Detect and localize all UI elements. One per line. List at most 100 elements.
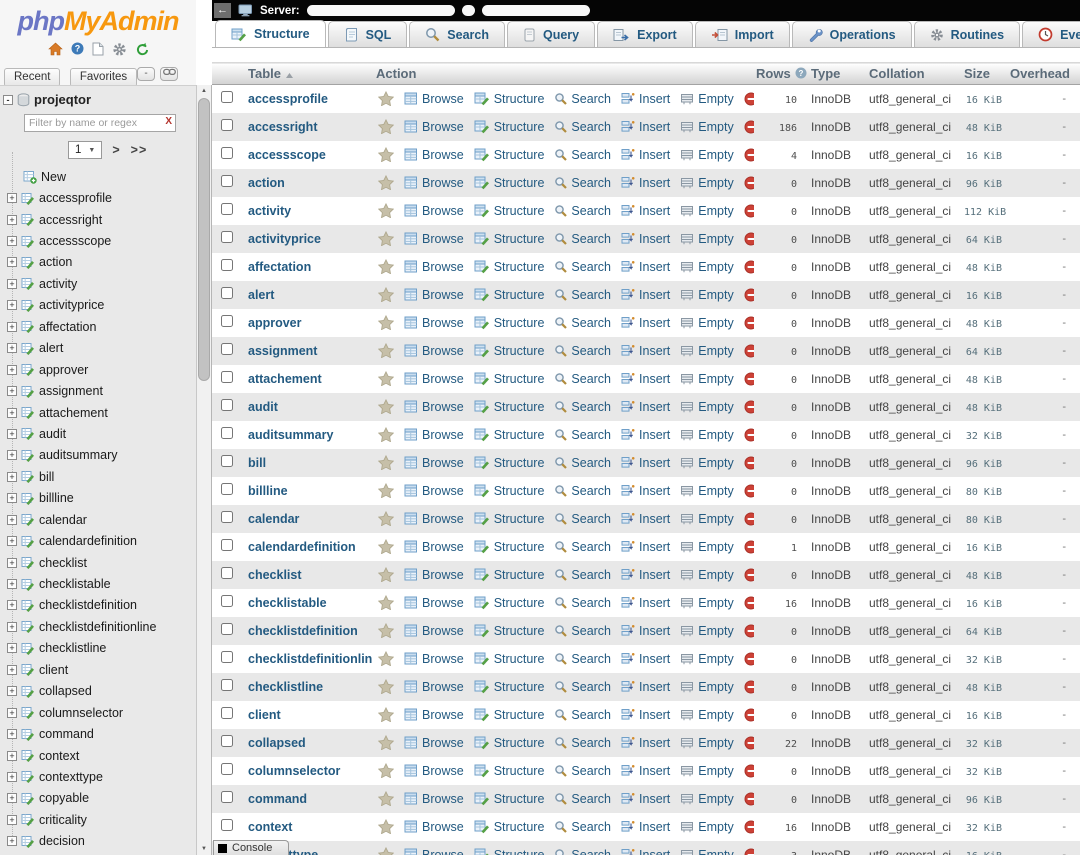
structure-link[interactable]: Structure (474, 91, 544, 106)
search-link[interactable]: Search (554, 428, 611, 442)
drop-link[interactable]: Drop (744, 652, 754, 666)
select-all-header[interactable] (212, 62, 244, 85)
sidebar-item-accessright[interactable]: + accessright (0, 209, 196, 230)
favorite-star-icon[interactable] (378, 91, 394, 107)
sidebar-item-calendardefinition[interactable]: + calendardefinition (0, 530, 196, 551)
drop-link[interactable]: Drop (744, 148, 754, 162)
expand-icon[interactable]: + (7, 493, 17, 504)
table-name-link[interactable]: columnselector (248, 764, 340, 778)
structure-link[interactable]: Structure (474, 427, 544, 442)
expand-icon[interactable]: + (7, 450, 17, 461)
sidebar-item-activity[interactable]: + activity (0, 273, 196, 294)
table-name-link[interactable]: affectation (248, 260, 311, 274)
filter-clear-icon[interactable]: X (165, 116, 172, 127)
structure-link[interactable]: Structure (474, 511, 544, 526)
tab-search[interactable]: Search (409, 21, 505, 47)
favorite-star-icon[interactable] (378, 595, 394, 610)
row-checkbox[interactable] (221, 91, 233, 104)
empty-link[interactable]: Empty (680, 512, 734, 526)
insert-link[interactable]: Insert (621, 232, 670, 246)
search-link[interactable]: Search (554, 92, 611, 106)
browse-link[interactable]: Browse (404, 148, 464, 162)
table-name-link[interactable]: audit (248, 400, 278, 414)
drop-link[interactable]: Drop (744, 288, 754, 302)
row-checkbox[interactable] (221, 735, 233, 747)
insert-link[interactable]: Insert (621, 596, 670, 610)
expand-icon[interactable]: + (7, 536, 17, 547)
browse-link[interactable]: Browse (404, 288, 464, 302)
table-name-link[interactable]: bill (248, 456, 266, 470)
expand-icon[interactable]: + (7, 257, 17, 268)
drop-link[interactable]: Drop (744, 820, 754, 834)
table-name-link[interactable]: accessright (248, 120, 317, 134)
search-link[interactable]: Search (554, 820, 611, 834)
expand-icon[interactable]: + (7, 750, 17, 761)
browse-link[interactable]: Browse (404, 484, 464, 498)
expand-icon[interactable]: + (7, 428, 17, 439)
empty-link[interactable]: Empty (680, 400, 734, 414)
empty-link[interactable]: Empty (680, 596, 734, 610)
sidebar-item-checklistdefinition[interactable]: + checklistdefinition (0, 595, 196, 616)
browse-link[interactable]: Browse (404, 344, 464, 358)
drop-link[interactable]: Drop (744, 708, 754, 722)
structure-link[interactable]: Structure (474, 651, 544, 666)
favorite-star-icon[interactable] (378, 371, 394, 386)
drop-link[interactable]: Drop (744, 232, 754, 246)
drop-link[interactable]: Drop (744, 512, 754, 526)
empty-link[interactable]: Empty (680, 568, 734, 582)
drop-link[interactable]: Drop (744, 624, 754, 638)
sidebar-item-command[interactable]: + command (0, 723, 196, 744)
structure-link[interactable]: Structure (474, 819, 544, 834)
favorite-star-icon[interactable] (378, 231, 394, 246)
insert-link[interactable]: Insert (621, 540, 670, 554)
favorite-star-icon[interactable] (378, 791, 394, 806)
structure-link[interactable]: Structure (474, 595, 544, 610)
tab-routines[interactable]: Routines (913, 21, 1021, 47)
sidebar-item-new-table[interactable]: New (0, 166, 196, 187)
empty-link[interactable]: Empty (680, 176, 734, 190)
browse-link[interactable]: Browse (404, 512, 464, 526)
insert-link[interactable]: Insert (621, 372, 670, 386)
page-select[interactable]: 1 ▼ (68, 141, 103, 159)
empty-link[interactable]: Empty (680, 848, 734, 855)
favorite-star-icon[interactable] (378, 147, 394, 162)
sidebar-item-checklist[interactable]: + checklist (0, 552, 196, 573)
empty-link[interactable]: Empty (680, 204, 734, 218)
sidebar-item-client[interactable]: + client (0, 659, 196, 680)
table-name-link[interactable]: accessprofile (248, 92, 328, 106)
col-header-overhead[interactable]: Overhead (1006, 62, 1080, 85)
favorite-star-icon[interactable] (378, 315, 394, 330)
search-link[interactable]: Search (554, 148, 611, 162)
empty-link[interactable]: Empty (680, 316, 734, 330)
browse-link[interactable]: Browse (404, 540, 464, 554)
insert-link[interactable]: Insert (621, 624, 670, 638)
drop-link[interactable]: Drop (744, 176, 754, 190)
sidebar-item-context[interactable]: + context (0, 745, 196, 766)
drop-link[interactable]: Drop (744, 484, 754, 498)
table-name-link[interactable]: activity (248, 204, 291, 218)
structure-link[interactable]: Structure (474, 707, 544, 722)
table-name-link[interactable]: checklist (248, 568, 302, 582)
browse-link[interactable]: Browse (404, 92, 464, 106)
browse-link[interactable]: Browse (404, 624, 464, 638)
empty-link[interactable]: Empty (680, 456, 734, 470)
sidebar-item-bill[interactable]: + bill (0, 466, 196, 487)
search-link[interactable]: Search (554, 400, 611, 414)
refresh-icon[interactable] (135, 42, 149, 59)
structure-link[interactable]: Structure (474, 119, 544, 134)
sidebar-item-criticality[interactable]: + criticality (0, 809, 196, 830)
row-checkbox[interactable] (221, 539, 233, 551)
tab-import[interactable]: Import (694, 21, 790, 47)
browse-link[interactable]: Browse (404, 400, 464, 414)
browse-link[interactable]: Browse (404, 764, 464, 778)
help-icon[interactable]: ? (795, 67, 807, 79)
row-checkbox[interactable] (221, 371, 233, 383)
scroll-down-icon[interactable]: ▼ (197, 843, 211, 855)
insert-link[interactable]: Insert (621, 344, 670, 358)
row-checkbox[interactable] (221, 679, 233, 691)
search-link[interactable]: Search (554, 540, 611, 554)
expand-icon[interactable]: + (7, 579, 17, 590)
insert-link[interactable]: Insert (621, 792, 670, 806)
search-link[interactable]: Search (554, 764, 611, 778)
empty-link[interactable]: Empty (680, 540, 734, 554)
